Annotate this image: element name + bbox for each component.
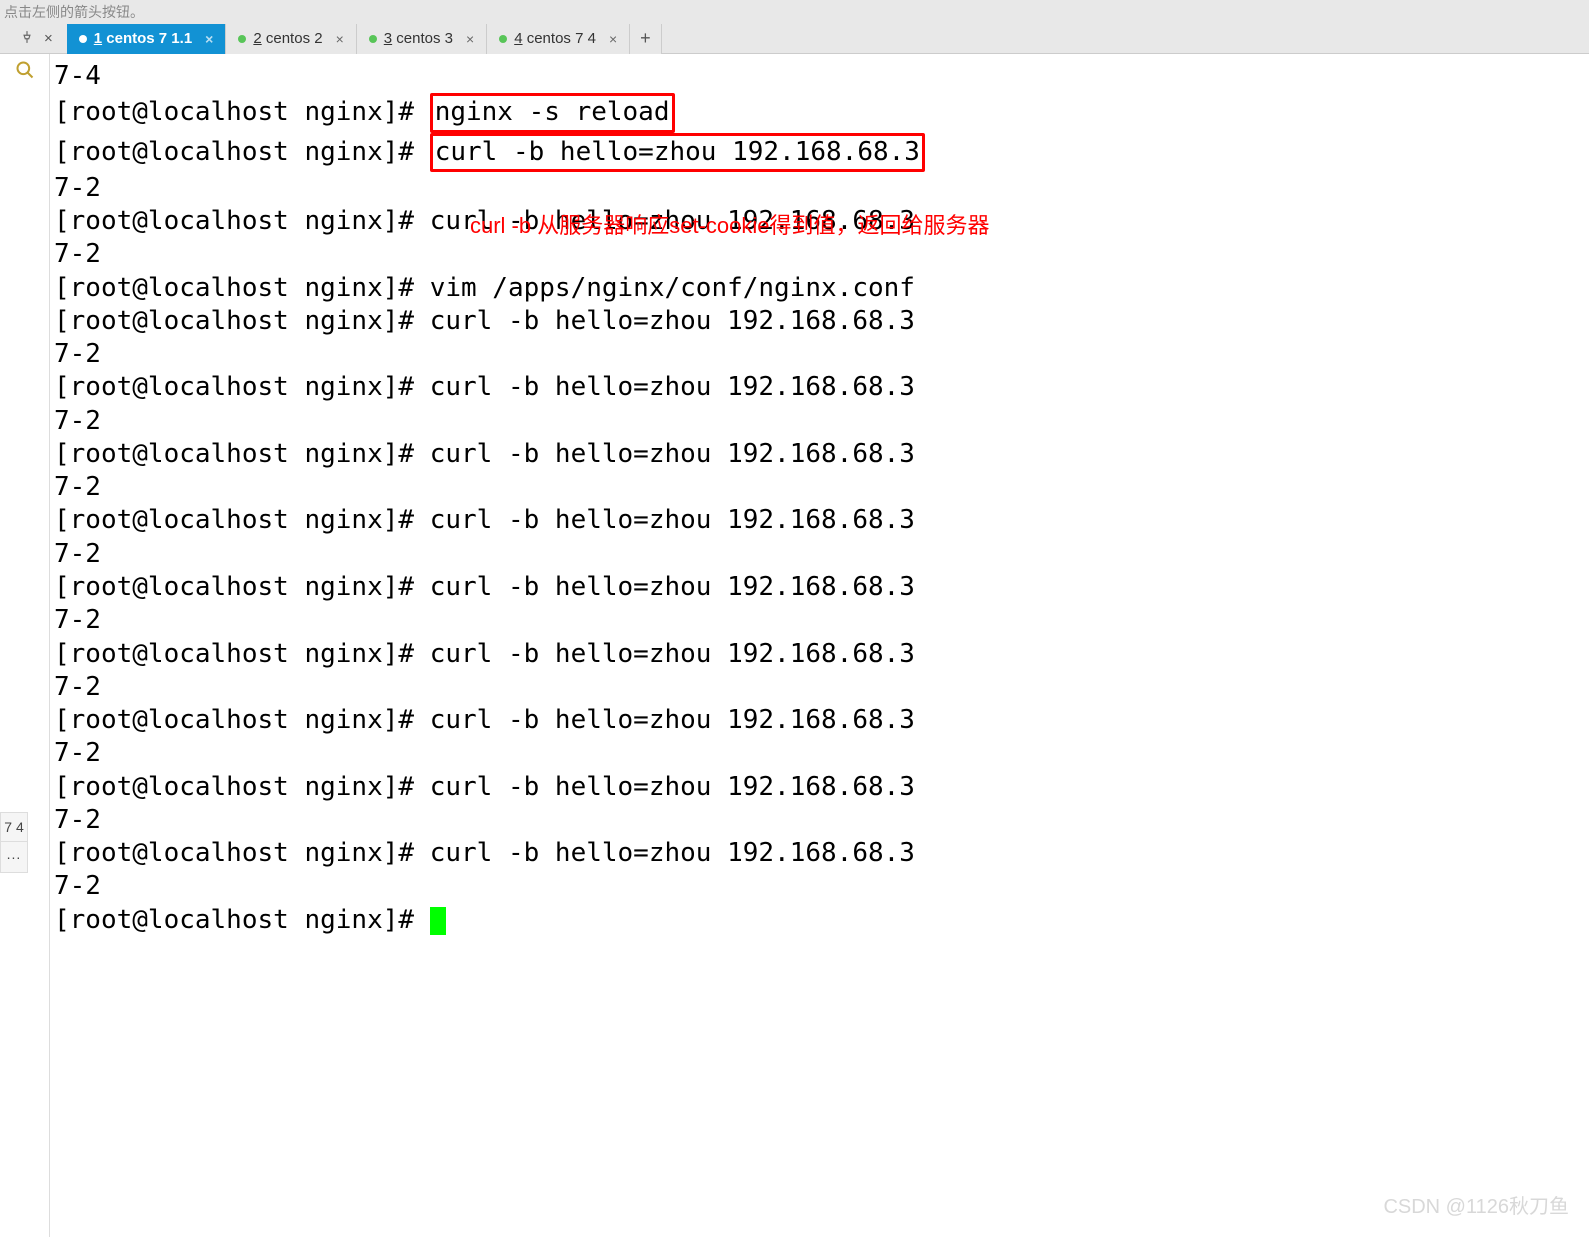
watermark: CSDN @1126秋刀鱼 bbox=[1383, 1190, 1569, 1219]
term-line: [root@localhost nginx]# vim /apps/nginx/… bbox=[54, 273, 915, 303]
term-line: [root@localhost nginx]# nginx -s reload bbox=[54, 97, 675, 127]
term-line: 7-2 bbox=[54, 605, 101, 635]
tab-centos-1[interactable]: 1 centos 7 1.1 × bbox=[67, 24, 227, 54]
term-line: [root@localhost nginx]# curl -b hello=zh… bbox=[54, 306, 915, 336]
term-line: [root@localhost nginx]# curl -b hello=zh… bbox=[54, 372, 915, 402]
hint-bar: 点击左侧的箭头按钮。 bbox=[0, 0, 1589, 24]
term-line: 7-2 bbox=[54, 173, 101, 203]
term-line: [root@localhost nginx]# curl -b hello=zh… bbox=[54, 572, 915, 602]
sidebar-session[interactable]: 7 4 ... bbox=[0, 812, 28, 873]
annotation-text: curl -b 从服务器响应set-cookie得到值，返回给服务器 bbox=[470, 212, 990, 240]
tab-centos-3[interactable]: 3 centos 3 × bbox=[357, 24, 487, 54]
term-line: 7-2 bbox=[54, 406, 101, 436]
term-line: [root@localhost nginx]# curl -b hello=zh… bbox=[54, 505, 915, 535]
terminal-output[interactable]: 7-4 [root@localhost nginx]# nginx -s rel… bbox=[50, 54, 1589, 1237]
sidebar-item-label[interactable]: 7 4 bbox=[1, 813, 27, 842]
term-line: 7-2 bbox=[54, 539, 101, 569]
sidebar-more-icon[interactable]: ... bbox=[1, 842, 27, 872]
highlight-box: curl -b hello=zhou 192.168.68.3 bbox=[430, 133, 925, 172]
tab-bar: × 1 centos 7 1.1 × 2 centos 2 × 3 centos… bbox=[0, 24, 1589, 54]
term-line: 7-2 bbox=[54, 805, 101, 835]
pin-area: × bbox=[0, 30, 67, 48]
tab-centos-4[interactable]: 4 centos 7 4 × bbox=[487, 24, 630, 54]
term-line: [root@localhost nginx]# bbox=[54, 905, 446, 935]
term-line: 7-2 bbox=[54, 472, 101, 502]
close-icon[interactable]: × bbox=[609, 31, 617, 47]
status-dot-icon bbox=[499, 35, 507, 43]
term-line: 7-2 bbox=[54, 672, 101, 702]
term-line: 7-2 bbox=[54, 339, 101, 369]
term-line: 7-4 bbox=[54, 61, 101, 91]
close-icon[interactable]: × bbox=[205, 31, 213, 47]
pin-close[interactable]: × bbox=[44, 30, 53, 47]
term-line: [root@localhost nginx]# curl -b hello=zh… bbox=[54, 137, 925, 167]
search-icon[interactable] bbox=[15, 60, 35, 85]
term-line: 7-2 bbox=[54, 871, 101, 901]
term-line: [root@localhost nginx]# curl -b hello=zh… bbox=[54, 439, 915, 469]
term-line: [root@localhost nginx]# curl -b hello=zh… bbox=[54, 639, 915, 669]
term-line: [root@localhost nginx]# curl -b hello=zh… bbox=[54, 772, 915, 802]
close-icon[interactable]: × bbox=[466, 31, 474, 47]
close-icon[interactable]: × bbox=[336, 31, 344, 47]
highlight-box: nginx -s reload bbox=[430, 93, 675, 132]
term-line: [root@localhost nginx]# curl -b hello=zh… bbox=[54, 705, 915, 735]
status-dot-icon bbox=[79, 35, 87, 43]
term-line: 7-2 bbox=[54, 239, 101, 269]
term-line: 7-2 bbox=[54, 738, 101, 768]
cursor-icon bbox=[430, 907, 446, 935]
tab-centos-2[interactable]: 2 centos 2 × bbox=[226, 24, 356, 54]
new-tab-button[interactable]: + bbox=[630, 24, 662, 54]
pin-icon[interactable] bbox=[20, 30, 34, 48]
status-dot-icon bbox=[369, 35, 377, 43]
tabs: 1 centos 7 1.1 × 2 centos 2 × 3 centos 3… bbox=[67, 24, 662, 54]
status-dot-icon bbox=[238, 35, 246, 43]
gutter bbox=[0, 54, 50, 1237]
term-line: [root@localhost nginx]# curl -b hello=zh… bbox=[54, 838, 915, 868]
